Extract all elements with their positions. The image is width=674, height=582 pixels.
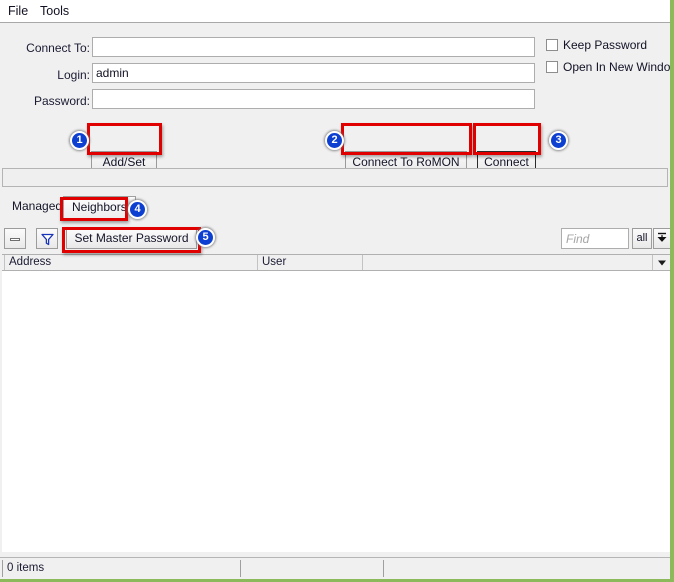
annotation-badge-4: 4 [128,200,147,219]
funnel-icon [41,233,54,249]
open-in-new-window-label: Open In New Window [563,60,674,74]
find-scope-all-button[interactable]: all [632,228,652,249]
table-header: Address User [2,254,670,271]
find-input[interactable] [561,228,629,249]
list-toolbar: Set Master Password all [0,226,671,253]
status-middle [240,560,383,577]
connect-to-input[interactable] [92,37,535,57]
keep-password-label: Keep Password [563,38,648,52]
keep-password-checkbox[interactable]: Keep Password [546,37,647,53]
filter-button[interactable] [36,228,58,249]
romon-window: File Tools Connect To: Login: Password: … [0,0,674,582]
remove-button[interactable] [4,228,26,249]
annotation-badge-5: 5 [196,228,215,247]
annotation-badge-1: 1 [70,131,89,150]
status-bar: 0 items [0,557,670,579]
column-header-address[interactable]: Address [4,255,257,270]
annotation-badge-2: 2 [325,131,344,150]
password-input[interactable] [92,89,535,109]
menu-bar: File Tools [0,0,670,23]
column-chooser-button[interactable] [652,255,670,270]
password-label: Password: [33,94,90,108]
tab-managed[interactable]: Managed [4,196,70,218]
login-label: Login: [57,68,90,82]
table-body[interactable] [2,271,670,552]
set-master-password-button[interactable]: Set Master Password [66,228,197,249]
tab-neighbors[interactable]: Neighbors [63,196,136,218]
connect-to-label: Connect To: [26,41,90,55]
status-item-count: 0 items [2,560,240,577]
window-frame-right [670,0,674,582]
chevron-down-icon [657,260,666,265]
login-input[interactable] [92,63,535,83]
menu-item-file[interactable]: File [4,3,32,19]
checkbox-square-icon [546,39,558,51]
menu-item-tools[interactable]: Tools [36,3,73,19]
tab-bar: Managed Neighbors [0,195,670,219]
arrow-down-bar-icon [656,231,668,246]
minus-icon [10,238,20,241]
column-header-blank[interactable] [362,255,652,270]
annotation-badge-3: 3 [549,131,568,150]
column-header-user[interactable]: User [257,255,362,270]
message-strip [2,168,668,187]
status-right [383,560,668,577]
checkbox-square-icon [546,61,558,73]
find-options-button[interactable] [653,228,671,249]
open-in-new-window-checkbox[interactable]: Open In New Window [546,59,674,75]
